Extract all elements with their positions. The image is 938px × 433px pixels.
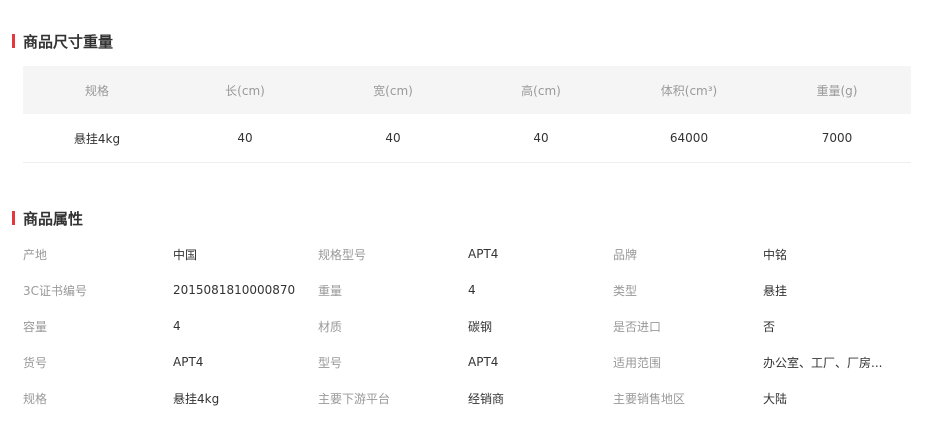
attribute-key: 主要销售地区: [613, 391, 686, 406]
attributes-section-title: 商品属性: [12, 209, 84, 228]
attribute-capacity: 容量 4: [23, 318, 318, 335]
attribute-row: 3C证书编号 2015081810000870 重量 4 类型 悬挂: [23, 272, 923, 308]
attribute-downstream-platform: 主要下游平台 经销商: [318, 390, 613, 407]
attribute-key: 规格: [23, 391, 48, 406]
attribute-value: 中铭: [763, 247, 788, 262]
attribute-key: 型号: [318, 355, 343, 370]
attribute-application-scope: 适用范围 办公室、工厂、厂房...: [613, 354, 908, 371]
cell-weight: 7000: [763, 114, 911, 163]
column-header-height: 高(cm): [467, 66, 615, 114]
attribute-material: 材质 碳钢: [318, 318, 613, 335]
cell-length: 40: [171, 114, 319, 163]
attribute-key: 重量: [318, 283, 343, 298]
attribute-value: 办公室、工厂、厂房...: [763, 355, 883, 370]
attribute-row: 容量 4 材质 碳钢 是否进口 否: [23, 308, 923, 344]
attribute-value: 否: [763, 319, 776, 334]
dimensions-title-text: 商品尺寸重量: [23, 32, 114, 51]
attribute-value: 4: [173, 319, 181, 333]
column-header-spec: 规格: [23, 66, 171, 114]
attribute-3c-cert: 3C证书编号 2015081810000870: [23, 282, 318, 299]
attribute-key: 是否进口: [613, 319, 662, 334]
attribute-key: 主要下游平台: [318, 391, 391, 406]
attribute-key: 类型: [613, 283, 638, 298]
attribute-value: APT4: [468, 247, 499, 261]
attribute-value: 悬挂: [763, 283, 788, 298]
attribute-row: 规格 悬挂4kg 主要下游平台 经销商 主要销售地区 大陆: [23, 380, 923, 416]
attribute-value: 4: [468, 283, 476, 297]
cell-width: 40: [319, 114, 467, 163]
attributes-title-text: 商品属性: [23, 209, 84, 228]
attributes-grid: 产地 中国 规格型号 APT4 品牌 中铭 3C证书编号 20150818100…: [23, 236, 923, 416]
title-accent-bar: [12, 34, 15, 48]
attribute-row: 货号 APT4 型号 APT4 适用范围 办公室、工厂、厂房...: [23, 344, 923, 380]
attribute-value: APT4: [173, 355, 204, 369]
attribute-spec: 规格 悬挂4kg: [23, 390, 318, 407]
dimensions-header-row: 规格 长(cm) 宽(cm) 高(cm) 体积(cm³) 重量(g): [23, 66, 911, 114]
title-accent-bar: [12, 211, 15, 225]
cell-height: 40: [467, 114, 615, 163]
attribute-key: 容量: [23, 319, 48, 334]
attribute-model: 型号 APT4: [318, 354, 613, 371]
cell-volume: 64000: [615, 114, 763, 163]
attribute-key: 3C证书编号: [23, 283, 88, 298]
attribute-value: 悬挂4kg: [173, 391, 220, 406]
column-header-width: 宽(cm): [319, 66, 467, 114]
table-row: 悬挂4kg 40 40 40 64000 7000: [23, 114, 911, 163]
attribute-item-number: 货号 APT4: [23, 354, 318, 371]
attribute-value: 2015081810000870: [173, 283, 296, 297]
column-header-weight: 重量(g): [763, 66, 911, 114]
attribute-key: 产地: [23, 247, 48, 262]
attribute-value: 中国: [173, 247, 198, 262]
attribute-key: 适用范围: [613, 355, 662, 370]
attribute-imported: 是否进口 否: [613, 318, 908, 335]
attribute-key: 规格型号: [318, 247, 367, 262]
attribute-row: 产地 中国 规格型号 APT4 品牌 中铭: [23, 236, 923, 272]
attribute-weight: 重量 4: [318, 282, 613, 299]
dimensions-table: 规格 长(cm) 宽(cm) 高(cm) 体积(cm³) 重量(g) 悬挂4kg…: [23, 66, 911, 163]
attribute-brand: 品牌 中铭: [613, 246, 908, 263]
attribute-value: 碳钢: [468, 319, 493, 334]
attribute-sales-region: 主要销售地区 大陆: [613, 390, 908, 407]
attribute-key: 材质: [318, 319, 343, 334]
attribute-spec-model: 规格型号 APT4: [318, 246, 613, 263]
column-header-length: 长(cm): [171, 66, 319, 114]
attribute-key: 货号: [23, 355, 48, 370]
column-header-volume: 体积(cm³): [615, 66, 763, 114]
dimensions-section-title: 商品尺寸重量: [12, 32, 114, 51]
attribute-origin: 产地 中国: [23, 246, 318, 263]
attribute-value: APT4: [468, 355, 499, 369]
attribute-type: 类型 悬挂: [613, 282, 908, 299]
attribute-value: 大陆: [763, 391, 788, 406]
attribute-value: 经销商: [468, 391, 505, 406]
cell-spec: 悬挂4kg: [23, 114, 171, 163]
attribute-key: 品牌: [613, 247, 638, 262]
